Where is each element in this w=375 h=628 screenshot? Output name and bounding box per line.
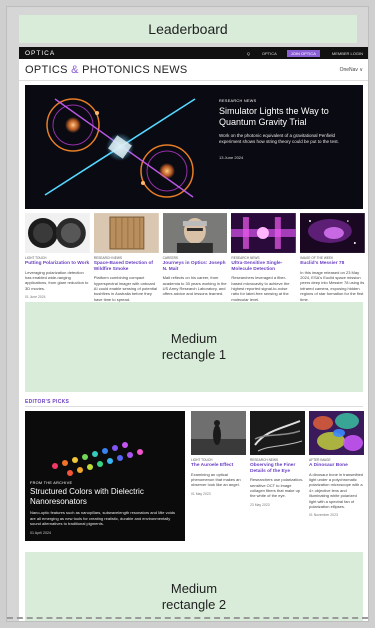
pick-date: 01 April 2024 [30,531,51,536]
pick-illustration [25,411,185,481]
card-kicker: CAREERS [162,256,179,260]
card-date: 23 May 2023 [250,502,270,507]
hero-feature[interactable]: RESEARCH NEWS Simulator Lights the Way t… [25,85,363,209]
article-thumbnail [25,213,90,253]
pick-title[interactable]: Structured Colors with Dielectric Nanore… [30,487,180,506]
card-kicker: RESEARCH NEWS [93,256,122,260]
card-title[interactable]: The Auroele Effect [191,463,246,469]
card-kicker: IMAGE OF THE WEEK [300,256,334,260]
article-thumbnail [93,213,159,253]
leaderboard-ad[interactable]: Leaderboard [19,15,357,43]
card-kicker: LIGHT TOUCH [25,256,47,260]
ad-label: Medium rectangle 1 [161,331,227,362]
logo-part-optics: OPTICS [25,63,68,76]
optica-link[interactable]: OPTICA [262,51,277,56]
search-icon[interactable]: Q [247,51,250,56]
card-description: Mait reflects on his career, from academ… [162,275,227,297]
top-bar: OPTICA Q OPTICA JOIN OPTICA MEMBER LOGIN [19,47,368,59]
hero-date: 13 June 2024 [219,155,244,160]
card-title[interactable]: Journeys in Optics: Joseph N. Mait [163,261,228,272]
card-date: 01 November 2023 [309,513,338,518]
card-description: Researchers use polarization-sensitive O… [250,477,304,499]
member-login-link[interactable]: MEMBER LOGIN [332,51,363,56]
card-description: Platform combining compact hyperspectral… [93,275,157,302]
optica-brand[interactable]: OPTICA [25,50,55,57]
card-title[interactable]: Observing the Finer Details of the Eye [250,463,305,474]
card-kicker: LIGHT TOUCH [191,458,213,462]
article-card[interactable]: RESEARCH NEWS Space-Based Detection of W… [93,213,159,302]
pick-kicker: FROM THE ARCHIVE [30,481,73,485]
hero-text: RESEARCH NEWS Simulator Lights the Way t… [219,99,355,160]
card-title[interactable]: Euclid's Messier 78 [300,261,365,267]
hero-kicker: RESEARCH NEWS [219,99,257,103]
card-title[interactable]: A Dinosaur Bone [309,463,364,469]
card-description: Researchers leveraged a fiber-based micr… [231,275,290,302]
article-thumbnail [231,213,297,253]
article-thumbnail [162,213,228,253]
pick-description: Nano-optic features such as nanopillars,… [30,510,175,526]
article-card-row: LIGHT TOUCH Putting Polarization to Work… [25,213,365,302]
card-description: In this image released on 23 May 2024, E… [300,269,365,302]
onenav-menu[interactable]: OneNav ∨ [340,67,363,73]
card-title[interactable]: Ultra-Sensitive Single-Molecule Detectio… [231,261,296,272]
card-description: A dinosaur bone in transmitted light und… [309,471,364,510]
article-card[interactable]: RESEARCH NEWS Ultra-Sensitive Single-Mol… [231,213,297,302]
article-thumbnail [250,411,305,455]
article-thumbnail [191,411,246,455]
news-page: OPTICA Q OPTICA JOIN OPTICA MEMBER LOGIN… [19,47,368,621]
article-thumbnail [309,411,364,455]
card-kicker: AFTER IMAGE [309,458,331,462]
editors-picks-heading: EDITOR'S PICKS [25,399,70,405]
ad-label: Medium rectangle 2 [161,581,227,612]
hero-description: Work on the photonic equivalent of a gra… [219,133,339,144]
card-description: Examining an optical phenomenon that mak… [191,471,241,488]
logo-part-photonics: PHOTONICS NEWS [82,63,188,76]
card-kicker: RESEARCH NEWS [250,458,279,462]
join-optica-button[interactable]: JOIN OPTICA [286,49,320,57]
article-card[interactable]: AFTER IMAGE A Dinosaur Bone A dinosaur b… [309,411,364,517]
card-title[interactable]: Putting Polarization to Work [25,261,90,267]
pick-text: FROM THE ARCHIVE Structured Colors with … [30,481,180,535]
medium-rectangle-ad-2[interactable]: Medium rectangle 2 [25,552,363,621]
editors-picks-row: LIGHT TOUCH The Auroele Effect Examining… [191,411,364,517]
article-card[interactable]: IMAGE OF THE WEEK Euclid's Messier 78 In… [300,213,365,302]
hero-illustration [25,85,215,209]
card-description: Leveraging polarization detection has en… [25,269,89,291]
hero-title[interactable]: Simulator Lights the Way to Quantum Grav… [219,106,355,128]
section-divider [25,406,363,407]
card-date: 01 June 2024 [25,295,46,300]
article-thumbnail [300,213,365,253]
opn-logo[interactable]: OPTICS & PHOTONICS NEWS [25,64,188,76]
browser-viewport: Leaderboard OPTICA Q OPTICA JOIN OPTICA … [6,6,369,622]
article-card[interactable]: LIGHT TOUCH Putting Polarization to Work… [25,213,90,302]
masthead: OPTICS & PHOTONICS NEWS OneNav ∨ [19,59,368,81]
card-kicker: RESEARCH NEWS [231,256,260,260]
article-card[interactable]: CAREERS Journeys in Optics: Joseph N. Ma… [162,213,228,302]
medium-rectangle-ad-1[interactable]: Medium rectangle 1 [25,302,363,392]
card-title[interactable]: Space-Based Detection of Wildfire Smoke [94,261,159,272]
logo-ampersand: & [71,63,79,76]
card-date: 01 May 2023 [191,491,211,496]
article-card[interactable]: LIGHT TOUCH The Auroele Effect Examining… [191,411,246,517]
editors-pick-feature[interactable]: FROM THE ARCHIVE Structured Colors with … [25,411,185,541]
page-cut-indicator [7,617,368,619]
article-card[interactable]: RESEARCH NEWS Observing the Finer Detail… [250,411,305,517]
